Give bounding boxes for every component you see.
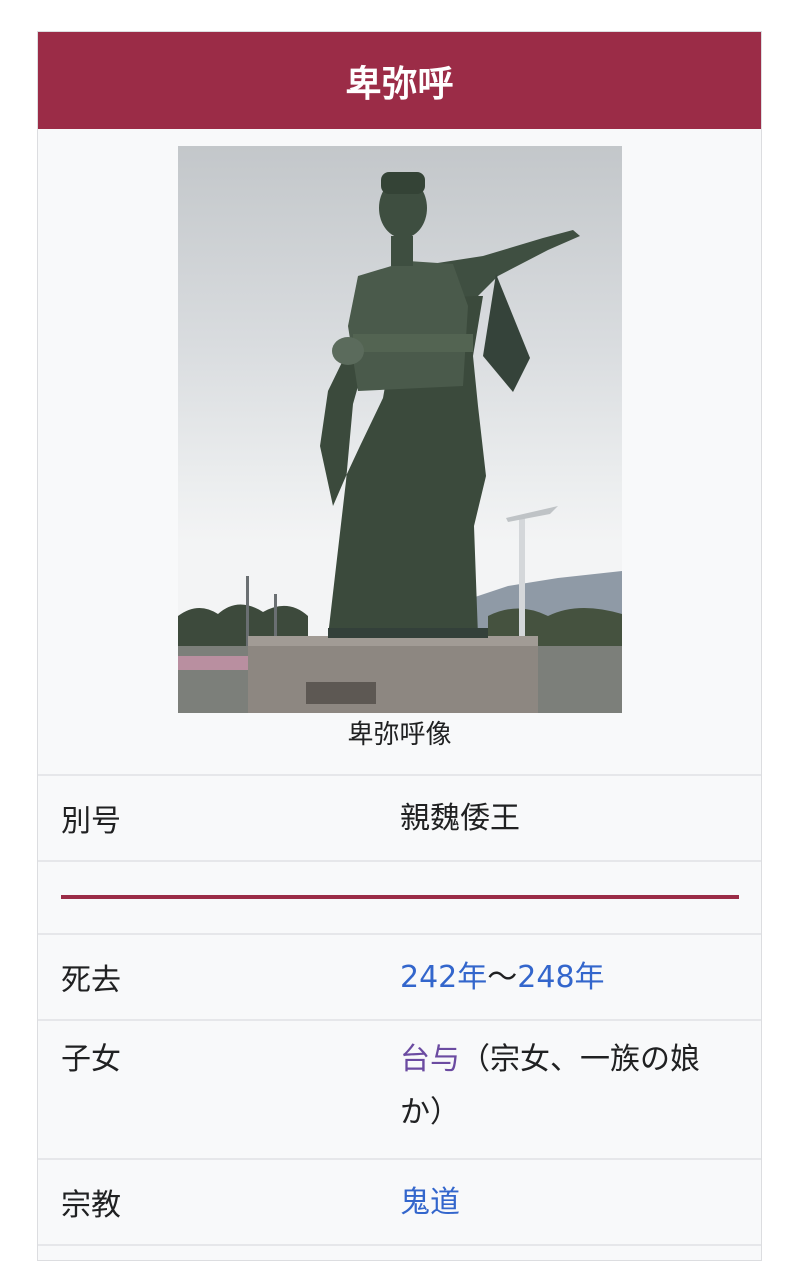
row-death: 死去 242年〜248年 xyxy=(38,935,761,1021)
row-label: 死去 xyxy=(61,963,121,998)
row-religion: 宗教 鬼道 xyxy=(38,1160,761,1246)
row-alias: 別号 親魏倭王 xyxy=(38,776,761,862)
row-value: 242年〜248年 xyxy=(400,951,761,1004)
death-year-end-link[interactable]: 248年 xyxy=(517,960,604,995)
statue-photo[interactable] xyxy=(178,146,622,713)
row-label: 子女 xyxy=(61,1042,121,1077)
religion-link[interactable]: 鬼道 xyxy=(400,1185,460,1220)
infobox: 卑弥呼 卑弥呼像 別号 親魏倭王 死去 242年〜248年 子女 台与（宗女、一… xyxy=(37,31,762,1261)
death-year-start-link[interactable]: 242年 xyxy=(400,960,487,995)
infobox-title: 卑弥呼 xyxy=(345,63,454,105)
death-year-separator: 〜 xyxy=(487,959,518,995)
row-label: 別号 xyxy=(61,804,121,839)
row-value: 台与（宗女、一族の娘か） xyxy=(400,1033,761,1139)
section-divider-row xyxy=(38,862,761,935)
row-children: 子女 台与（宗女、一族の娘か） xyxy=(38,1021,761,1160)
row-value: 親魏倭王 xyxy=(400,800,520,836)
row-label: 宗教 xyxy=(61,1188,121,1223)
infobox-title-bar: 卑弥呼 xyxy=(38,32,761,129)
child-link[interactable]: 台与 xyxy=(400,1042,460,1077)
image-caption: 卑弥呼像 xyxy=(347,720,452,750)
infobox-image-cell: 卑弥呼像 xyxy=(38,129,761,776)
section-divider xyxy=(61,895,739,899)
row-value: 鬼道 xyxy=(400,1176,761,1229)
